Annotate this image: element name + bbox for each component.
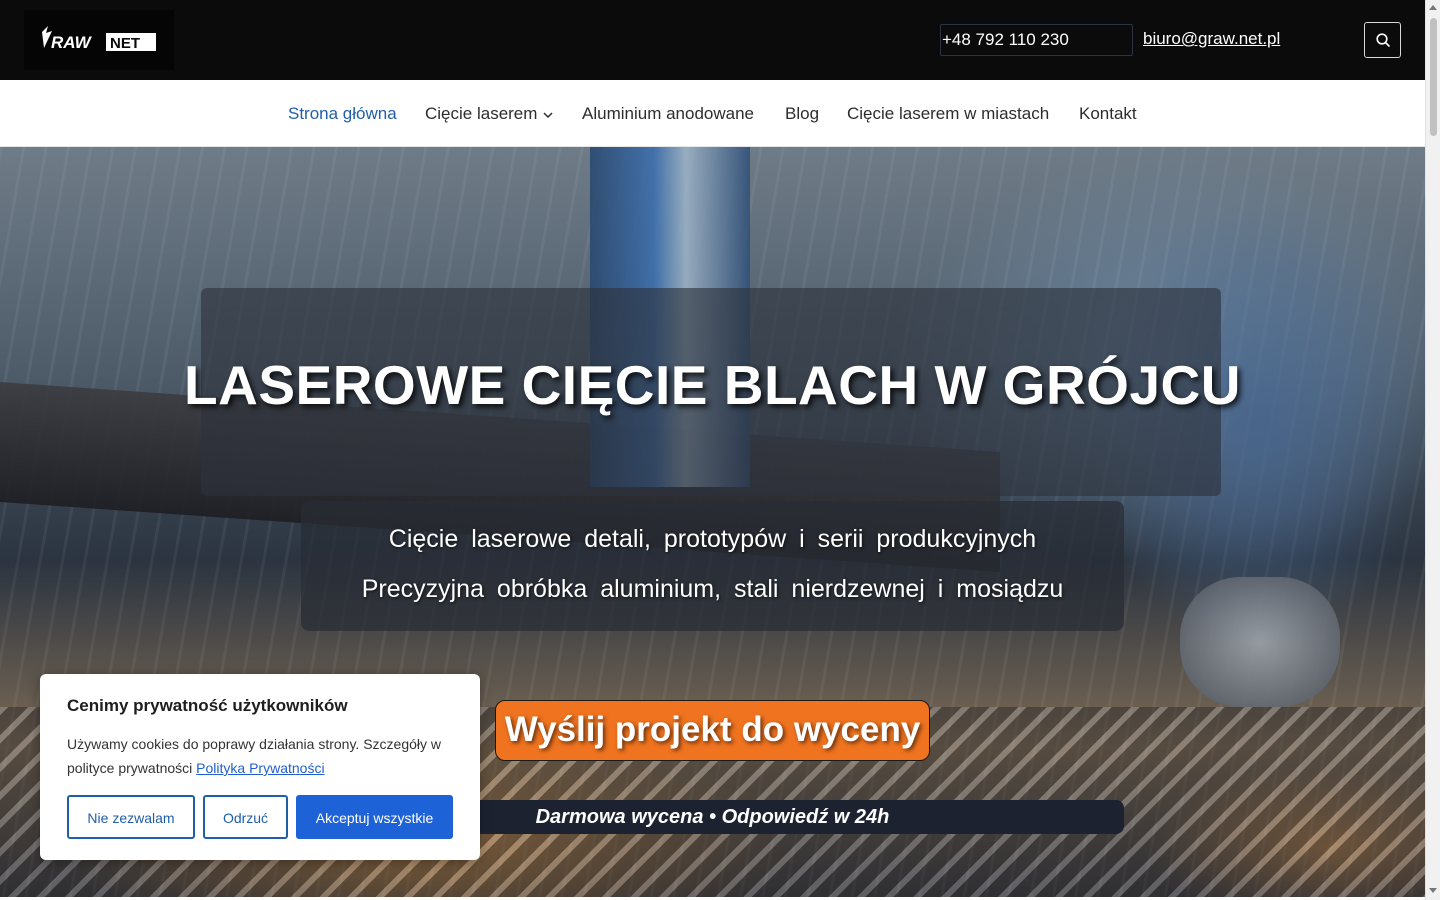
- search-button[interactable]: [1364, 22, 1401, 58]
- nav-item-laser-cutting-label: Cięcie laserem: [425, 104, 538, 123]
- svg-text:RAW: RAW: [51, 33, 93, 52]
- page-scrollbar[interactable]: [1425, 0, 1440, 900]
- phone-number[interactable]: +48 792 110 230: [940, 24, 1133, 56]
- scrollbar-thumb[interactable]: [1430, 18, 1437, 136]
- nav-item-contact[interactable]: Kontakt: [1079, 103, 1137, 125]
- chevron-down-icon: [543, 111, 553, 118]
- email-link[interactable]: biuro@graw.net.pl: [1143, 28, 1280, 50]
- nav-item-laser-cutting[interactable]: Cięcie laserem: [425, 103, 553, 125]
- hero-title: LASEROWE CIĘCIE BLACH W GRÓJCU: [184, 354, 1241, 416]
- cookie-title: Cenimy prywatność użytkowników: [67, 696, 348, 715]
- svg-text:NET: NET: [110, 35, 140, 52]
- search-icon: [1375, 33, 1390, 47]
- top-header: RAW NET +48 792 110 230 biuro@graw.net.p…: [0, 0, 1425, 80]
- hero-subtitle-panel: [301, 501, 1124, 631]
- accept-all-cookies-button[interactable]: Akceptuj wszystkie: [296, 795, 453, 839]
- hero-subtitle-line-1: Cięcie laserowe detali, prototypów i ser…: [388, 525, 1037, 553]
- glove-image: [1180, 577, 1340, 707]
- cookie-text: Używamy cookies do poprawy działania str…: [67, 732, 467, 780]
- privacy-policy-link[interactable]: Polityka Prywatności: [196, 760, 324, 776]
- grawnet-logo-icon: RAW NET: [42, 26, 156, 52]
- main-navigation: Strona główna Cięcie laserem Aluminium a…: [0, 80, 1425, 147]
- hero-subtitle-line-2: Precyzyjna obróbka aluminium, stali nier…: [361, 575, 1064, 603]
- nav-item-home[interactable]: Strona główna: [288, 103, 397, 125]
- send-project-button[interactable]: Wyślij projekt do wyceny: [495, 700, 930, 761]
- nav-item-blog[interactable]: Blog: [785, 103, 819, 125]
- nav-item-anodized-aluminium[interactable]: Aluminium anodowane: [582, 103, 754, 125]
- scroll-up-icon[interactable]: [1429, 5, 1437, 10]
- deny-cookies-button[interactable]: Nie zezwalam: [67, 795, 195, 839]
- nav-item-cities[interactable]: Cięcie laserem w miastach: [847, 103, 1049, 125]
- cookie-consent-dialog: Cenimy prywatność użytkowników Używamy c…: [40, 674, 480, 860]
- scroll-down-icon[interactable]: [1429, 888, 1437, 893]
- site-logo[interactable]: RAW NET: [24, 10, 174, 70]
- reject-cookies-button[interactable]: Odrzuć: [203, 795, 288, 839]
